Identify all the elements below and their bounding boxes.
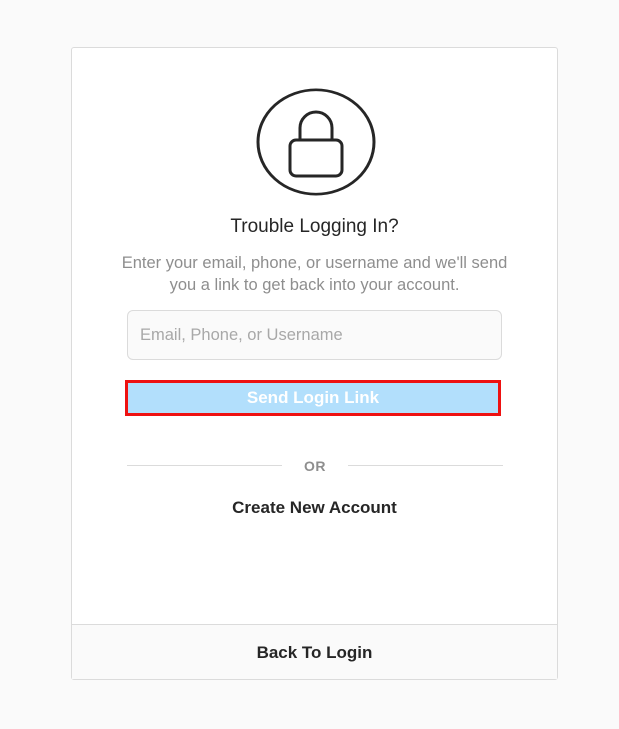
instructions-text: Enter your email, phone, or username and… <box>121 254 508 294</box>
send-login-link-button[interactable]: Send Login Link <box>125 380 501 416</box>
divider-line-right <box>348 465 503 466</box>
or-divider-label: OR <box>304 458 326 474</box>
divider-line-left <box>127 465 282 466</box>
email-phone-username-input[interactable] <box>127 310 502 360</box>
back-to-login-button[interactable]: Back To Login <box>72 624 557 679</box>
create-new-account-link[interactable]: Create New Account <box>72 498 557 518</box>
page-title: Trouble Logging In? <box>230 216 399 237</box>
lock-icon <box>256 88 376 196</box>
trouble-login-card: Trouble Logging In? Enter your email, ph… <box>71 47 558 680</box>
